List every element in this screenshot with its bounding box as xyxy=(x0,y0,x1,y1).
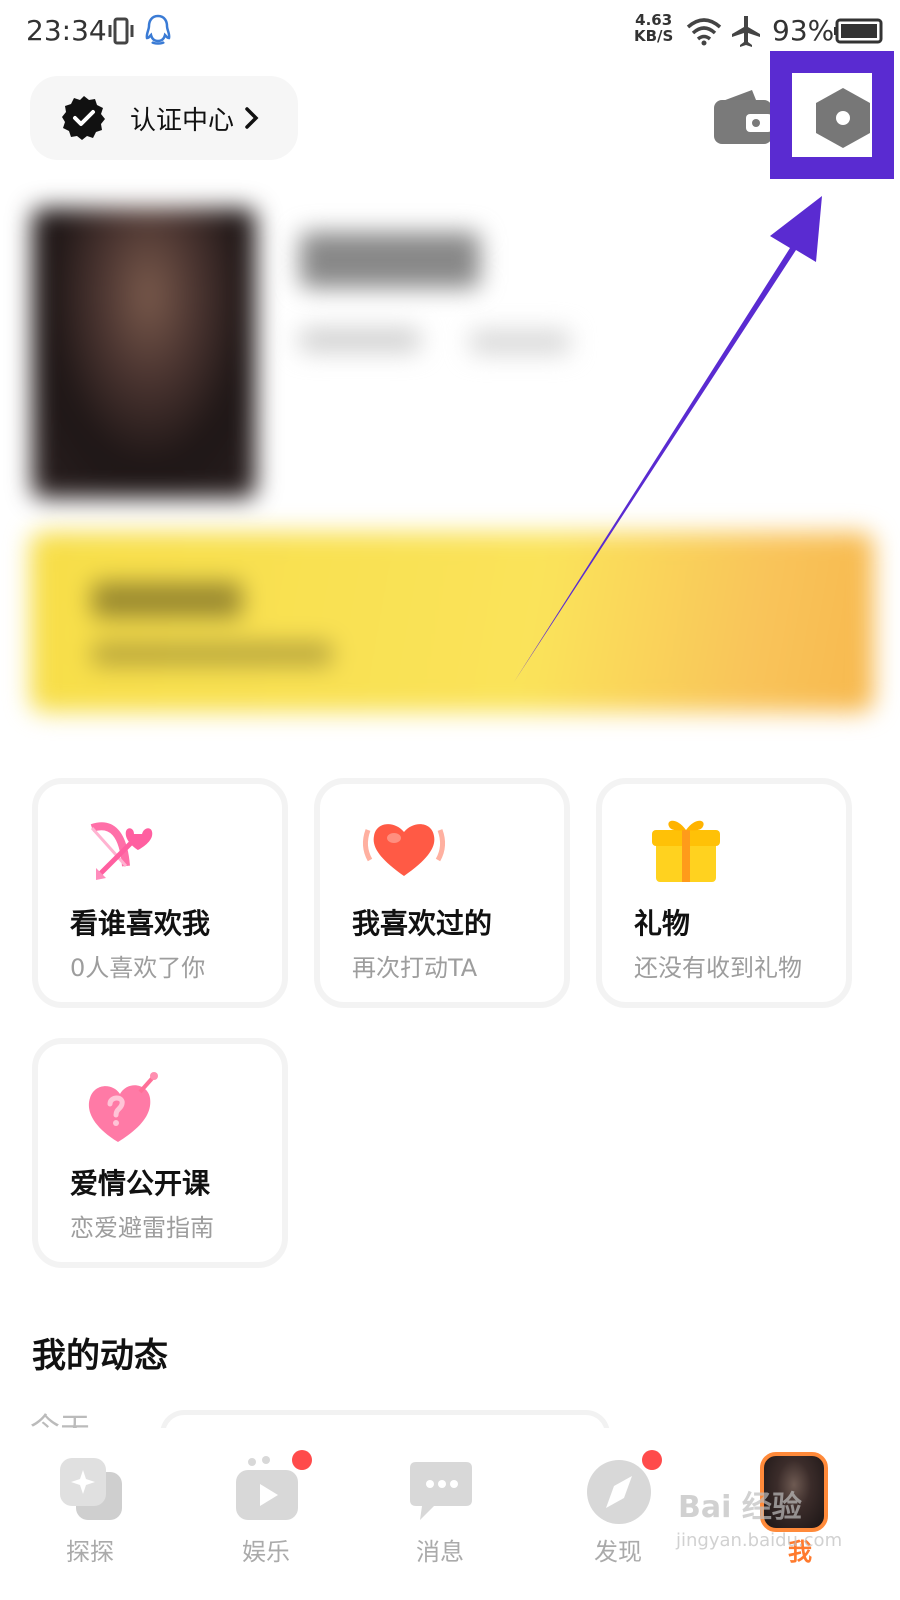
vibrate-icon xyxy=(108,17,134,45)
nav-item-discover[interactable]: 发现 xyxy=(548,1428,688,1600)
airplane-mode-icon xyxy=(732,16,760,47)
tv-play-icon xyxy=(236,1456,298,1520)
status-bar: 23:34 4.63 KB/S 93% xyxy=(0,0,900,68)
nav-item-entertainment[interactable]: 娱乐 xyxy=(196,1428,336,1600)
card-title: 我喜欢过的 xyxy=(352,907,493,940)
card-title: 爱情公开课 xyxy=(70,1167,211,1200)
notification-badge xyxy=(292,1450,312,1470)
watermark-url: jingyan.baidu.com xyxy=(676,1530,843,1551)
speed-value: 4.63 xyxy=(635,11,673,29)
settings-highlight-box xyxy=(770,51,894,179)
card-love-course[interactable]: 爱情公开课 恋爱避雷指南 xyxy=(32,1038,288,1268)
nav-label: 娱乐 xyxy=(242,1538,290,1566)
wallet-icon[interactable] xyxy=(712,86,774,148)
nav-label: 探探 xyxy=(66,1538,114,1566)
watermark-brand: Bai 经验 xyxy=(678,1490,802,1525)
battery-icon xyxy=(834,18,883,44)
nav-item-tantan[interactable]: 探探 xyxy=(20,1428,160,1600)
chat-bubble-icon xyxy=(410,1462,472,1520)
nav-item-messages[interactable]: 消息 xyxy=(370,1428,510,1600)
card-subtitle: 还没有收到礼物 xyxy=(634,954,802,982)
notification-badge xyxy=(642,1450,662,1470)
card-subtitle: 再次打动TA xyxy=(352,954,478,982)
gift-icon xyxy=(652,820,720,882)
heart-icon xyxy=(362,824,446,876)
battery-percent: 93% xyxy=(772,14,835,47)
card-gifts[interactable]: 礼物 还没有收到礼物 xyxy=(596,778,852,1008)
card-subtitle: 0人喜欢了你 xyxy=(70,954,206,982)
card-subtitle: 恋爱避雷指南 xyxy=(70,1214,214,1242)
banner-title-redacted xyxy=(92,582,242,618)
card-title: 礼物 xyxy=(634,907,691,940)
my-moments-heading: 我的动态 xyxy=(32,1336,168,1376)
profile-info-redacted xyxy=(300,328,420,352)
nav-label: 消息 xyxy=(416,1538,464,1566)
nav-label: 发现 xyxy=(594,1538,642,1566)
status-time: 23:34 xyxy=(26,14,107,47)
wifi-icon xyxy=(686,18,722,46)
card-i-liked[interactable]: 我喜欢过的 再次打动TA xyxy=(314,778,570,1008)
card-title: 看谁喜欢我 xyxy=(70,907,211,940)
card-who-likes-me[interactable]: 看谁喜欢我 0人喜欢了你 xyxy=(32,778,288,1008)
certification-center-label: 认证中心 xyxy=(130,106,235,136)
cupid-bow-icon xyxy=(90,822,153,880)
profile-name-redacted xyxy=(300,232,480,288)
question-heart-icon xyxy=(88,1072,158,1142)
profile-avatar[interactable] xyxy=(32,208,256,498)
verified-badge-icon xyxy=(62,96,105,140)
chevron-right-icon xyxy=(245,107,259,129)
profile-info-redacted-2 xyxy=(470,330,570,354)
speed-unit: KB/S xyxy=(634,27,674,45)
banner-subtitle-redacted xyxy=(92,642,332,666)
network-speed: 4.63 KB/S xyxy=(634,12,673,44)
cards-icon xyxy=(60,1458,122,1520)
qq-icon xyxy=(145,14,171,45)
vip-banner[interactable] xyxy=(30,532,874,712)
certification-center-button[interactable]: 认证中心 xyxy=(30,76,298,160)
